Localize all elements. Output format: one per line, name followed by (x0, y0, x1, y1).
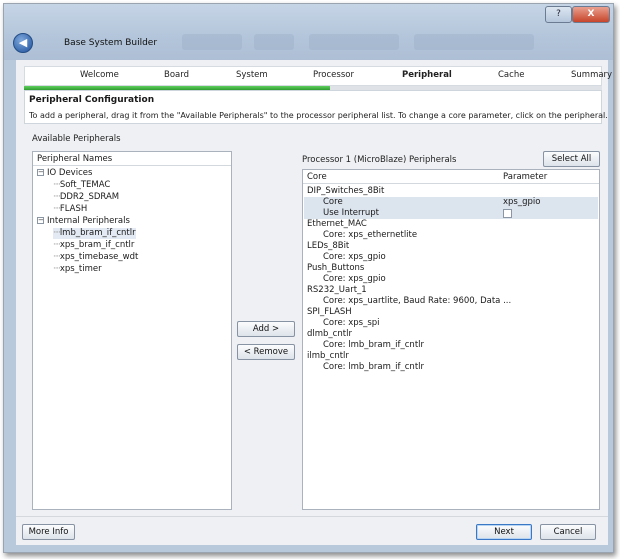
tree-item[interactable]: ····xps_timebase_wdt (53, 252, 138, 263)
step-processor[interactable]: Processor (313, 70, 354, 80)
add-button[interactable]: Add > (237, 321, 295, 337)
tree-group-internal-peripherals[interactable]: − Internal Peripherals (37, 216, 130, 227)
peripheral-row[interactable]: RS232_Uart_1 (307, 285, 367, 296)
help-button[interactable]: ? (545, 6, 572, 23)
peripheral-core-row[interactable]: Core (323, 197, 343, 208)
blurred-region (254, 34, 294, 50)
step-board[interactable]: Board (164, 70, 189, 80)
button-bar: More Info Next Cancel (16, 516, 608, 545)
peripheral-row[interactable]: LEDs_8Bit (307, 241, 349, 252)
tree-item[interactable]: ····lmb_bram_if_cntlr (53, 228, 136, 239)
step-cache[interactable]: Cache (498, 70, 524, 80)
select-all-button[interactable]: Select All (543, 151, 600, 167)
peripheral-core-row[interactable]: Core: xps_gpio (323, 252, 386, 263)
peripheral-row[interactable]: SPI_FLASH (307, 307, 352, 318)
peripheral-core-row[interactable]: Core: xps_gpio (323, 274, 386, 285)
available-peripherals-tree[interactable]: Peripheral Names − IO Devices ····Soft_TE… (32, 151, 232, 510)
next-button[interactable]: Next (476, 524, 532, 540)
peripheral-row[interactable]: Push_Buttons (307, 263, 364, 274)
peripheral-core-row[interactable]: Core: xps_ethernetlite (323, 230, 417, 241)
use-interrupt-checkbox[interactable] (503, 209, 512, 218)
peripheral-row[interactable]: dlmb_cntlr (307, 329, 352, 340)
blurred-region (309, 34, 399, 50)
peripheral-row[interactable]: Ethernet_MAC (307, 219, 367, 230)
tree-group-io-devices[interactable]: − IO Devices (37, 168, 92, 179)
available-peripherals-label: Available Peripherals (32, 134, 121, 144)
collapse-icon[interactable]: − (37, 169, 44, 176)
peripheral-core-row[interactable]: Core: lmb_bram_if_cntlr (323, 340, 424, 351)
processor-peripherals-list[interactable]: Core Parameter DIP_Switches_8Bit Core xps_… (302, 169, 600, 510)
tree-column-header: Peripheral Names (33, 152, 231, 166)
step-system[interactable]: System (236, 70, 268, 80)
tree-item[interactable]: ····FLASH (53, 204, 87, 215)
blurred-region (182, 34, 242, 50)
peripheral-core-row[interactable]: Core: xps_spi (323, 318, 380, 329)
back-arrow-icon[interactable]: ◀ (13, 33, 33, 53)
peripheral-core-row[interactable]: Core: xps_uartlite, Baud Rate: 9600, Dat… (323, 296, 511, 307)
more-info-button[interactable]: More Info (22, 524, 75, 540)
page-title: Peripheral Configuration (29, 95, 155, 105)
tree-item[interactable]: ····Soft_TEMAC (53, 180, 110, 191)
collapse-icon[interactable]: − (37, 217, 44, 224)
cancel-button[interactable]: Cancel (540, 524, 596, 540)
selected-row-highlight (304, 197, 598, 208)
page-description: To add a peripheral, drag it from the "A… (29, 111, 608, 120)
parameter-value[interactable]: xps_gpio (503, 197, 540, 208)
step-bar: Welcome Board System Processor Periphera… (24, 66, 612, 86)
list-column-header: Core Parameter (303, 170, 599, 184)
title-bar: ? X ◀ Base System Builder (4, 4, 613, 60)
processor-peripherals-label: Processor 1 (MicroBlaze) Peripherals (302, 155, 457, 165)
tree-item[interactable]: ····xps_bram_if_cntlr (53, 240, 134, 251)
tree-item[interactable]: ····DDR2_SDRAM (53, 192, 119, 203)
peripheral-core-row[interactable]: Core: lmb_bram_if_cntlr (323, 362, 424, 373)
tree-item[interactable]: ····xps_timer (53, 264, 102, 275)
step-summary[interactable]: Summary (571, 70, 612, 80)
remove-button[interactable]: < Remove (237, 344, 295, 360)
step-welcome[interactable]: Welcome (80, 70, 119, 80)
close-button[interactable]: X (572, 6, 610, 23)
blurred-region (414, 34, 534, 50)
peripheral-core-row[interactable]: Use Interrupt (323, 208, 379, 219)
peripheral-row[interactable]: DIP_Switches_8Bit (307, 186, 384, 197)
wizard-content: Welcome Board System Processor Periphera… (16, 60, 612, 545)
window-title: Base System Builder (64, 38, 158, 48)
page-header: Peripheral Configuration To add a periph… (24, 90, 608, 124)
step-peripheral[interactable]: Peripheral (402, 70, 452, 80)
peripheral-row[interactable]: ilmb_cntlr (307, 351, 349, 362)
wizard-window: ? X ◀ Base System Builder Welcome Board … (3, 3, 614, 553)
